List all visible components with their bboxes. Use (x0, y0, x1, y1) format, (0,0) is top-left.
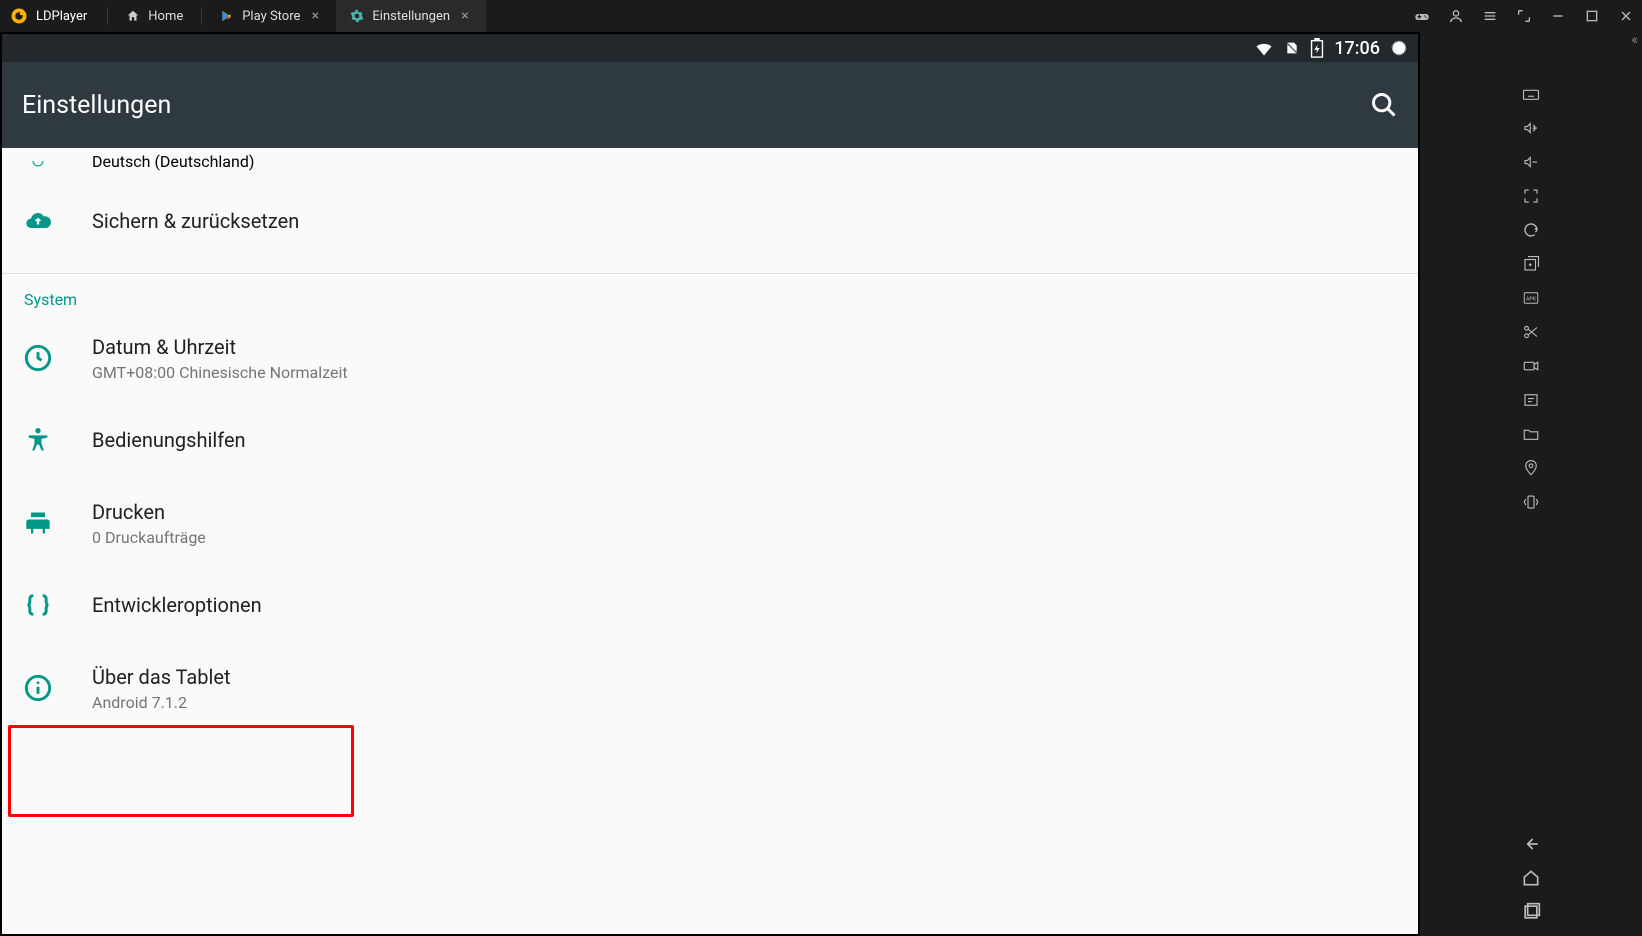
tab-settings[interactable]: Einstellungen × (336, 0, 486, 32)
braces-icon (24, 591, 52, 619)
shared-folder-icon[interactable] (1521, 424, 1541, 444)
emulator-titlebar: LDPlayer Home Play Store × Einstellungen… (0, 0, 1642, 32)
tab-home[interactable]: Home (112, 0, 197, 32)
tab-label: Einstellungen (372, 9, 450, 24)
minimize-icon[interactable] (1550, 8, 1566, 24)
emulator-sidebar: « APK (1420, 32, 1642, 936)
video-record-icon[interactable] (1521, 356, 1541, 376)
no-sim-icon (1284, 40, 1300, 56)
volume-down-icon[interactable] (1521, 152, 1541, 172)
list-item-title: Über das Tablet (92, 663, 231, 691)
collapse-sidebar-icon[interactable]: « (1631, 32, 1638, 48)
menu-icon[interactable] (1482, 8, 1498, 24)
list-item-about-tablet[interactable]: Über das Tablet Android 7.1.2 (2, 645, 1418, 730)
ldplayer-logo (10, 7, 28, 25)
tab-separator (107, 7, 108, 25)
statusbar-clock: 17:06 (1334, 38, 1380, 59)
window-controls (1414, 8, 1634, 24)
maximize-icon[interactable] (1584, 8, 1600, 24)
keyboard-icon[interactable] (1521, 84, 1541, 104)
expand-icon[interactable] (1516, 8, 1532, 24)
scissors-icon[interactable] (1521, 322, 1541, 342)
android-statusbar: 17:06 (2, 34, 1418, 62)
list-item-title: Datum & Uhrzeit (92, 333, 348, 361)
user-icon[interactable] (1448, 8, 1464, 24)
list-item-title: Entwickleroptionen (92, 591, 262, 619)
fullscreen-icon[interactable] (1521, 186, 1541, 206)
list-item-developer-options[interactable]: Entwickleroptionen (2, 565, 1418, 645)
list-item-subtitle: Deutsch (Deutschland) (92, 152, 254, 171)
tab-play-store[interactable]: Play Store × (206, 0, 336, 32)
settings-actionbar: Einstellungen (2, 62, 1418, 148)
tab-label: Play Store (242, 9, 300, 24)
location-icon[interactable] (1521, 458, 1541, 478)
shake-icon[interactable] (1521, 492, 1541, 512)
highlight-annotation (8, 725, 354, 817)
accessibility-icon (24, 426, 52, 454)
page-title: Einstellungen (22, 91, 1370, 120)
tab-close-icon[interactable]: × (308, 9, 322, 23)
section-header-system: System (2, 274, 1418, 315)
clock-icon (24, 344, 52, 372)
tab-close-icon[interactable]: × (458, 9, 472, 23)
sync-icon[interactable] (1521, 220, 1541, 240)
android-home-icon[interactable] (1521, 868, 1541, 888)
operation-record-icon[interactable] (1521, 390, 1541, 410)
wifi-icon (1254, 38, 1274, 58)
svg-text:APK: APK (1526, 296, 1537, 302)
search-icon (1370, 91, 1398, 119)
list-item-subtitle: 0 Druckaufträge (92, 528, 206, 547)
cloud-upload-icon (24, 207, 52, 235)
list-item-print[interactable]: Drucken 0 Druckaufträge (2, 480, 1418, 565)
home-icon (126, 9, 140, 23)
device-viewport: 17:06 Einstellungen Deutsch (Deutschland… (0, 32, 1420, 936)
info-icon (24, 674, 52, 702)
list-item-subtitle: Android 7.1.2 (92, 693, 231, 712)
battery-charging-icon (1310, 38, 1324, 58)
list-item-title: Bedienungshilfen (92, 426, 246, 454)
loading-gear-icon (1390, 39, 1408, 57)
apk-install-icon[interactable]: APK (1521, 288, 1541, 308)
app-name: LDPlayer (36, 9, 87, 24)
volume-up-icon[interactable] (1521, 118, 1541, 138)
list-item-subtitle: GMT+08:00 Chinesische Normalzeit (92, 363, 348, 382)
android-back-icon[interactable] (1521, 834, 1541, 854)
globe-icon (24, 152, 52, 171)
list-item-accessibility[interactable]: Bedienungshilfen (2, 400, 1418, 480)
list-item-title: Drucken (92, 498, 206, 526)
close-icon[interactable] (1618, 8, 1634, 24)
printer-icon (24, 509, 52, 537)
list-item-languages-partial[interactable]: Deutsch (Deutschland) (2, 148, 1418, 185)
multi-instance-icon[interactable] (1521, 254, 1541, 274)
list-item-title: Sichern & zurücksetzen (92, 207, 299, 235)
list-item-date-time[interactable]: Datum & Uhrzeit GMT+08:00 Chinesische No… (2, 315, 1418, 400)
main-container: 17:06 Einstellungen Deutsch (Deutschland… (0, 32, 1642, 936)
gamepad-icon[interactable] (1414, 8, 1430, 24)
settings-icon (350, 9, 364, 23)
search-button[interactable] (1370, 91, 1398, 119)
settings-list[interactable]: Deutsch (Deutschland) Sichern & zurückse… (2, 148, 1418, 934)
tab-separator (201, 7, 202, 25)
android-recents-icon[interactable] (1521, 902, 1541, 922)
list-item-backup-reset[interactable]: Sichern & zurücksetzen (2, 185, 1418, 265)
play-store-icon (220, 9, 234, 23)
tab-label: Home (148, 9, 183, 24)
